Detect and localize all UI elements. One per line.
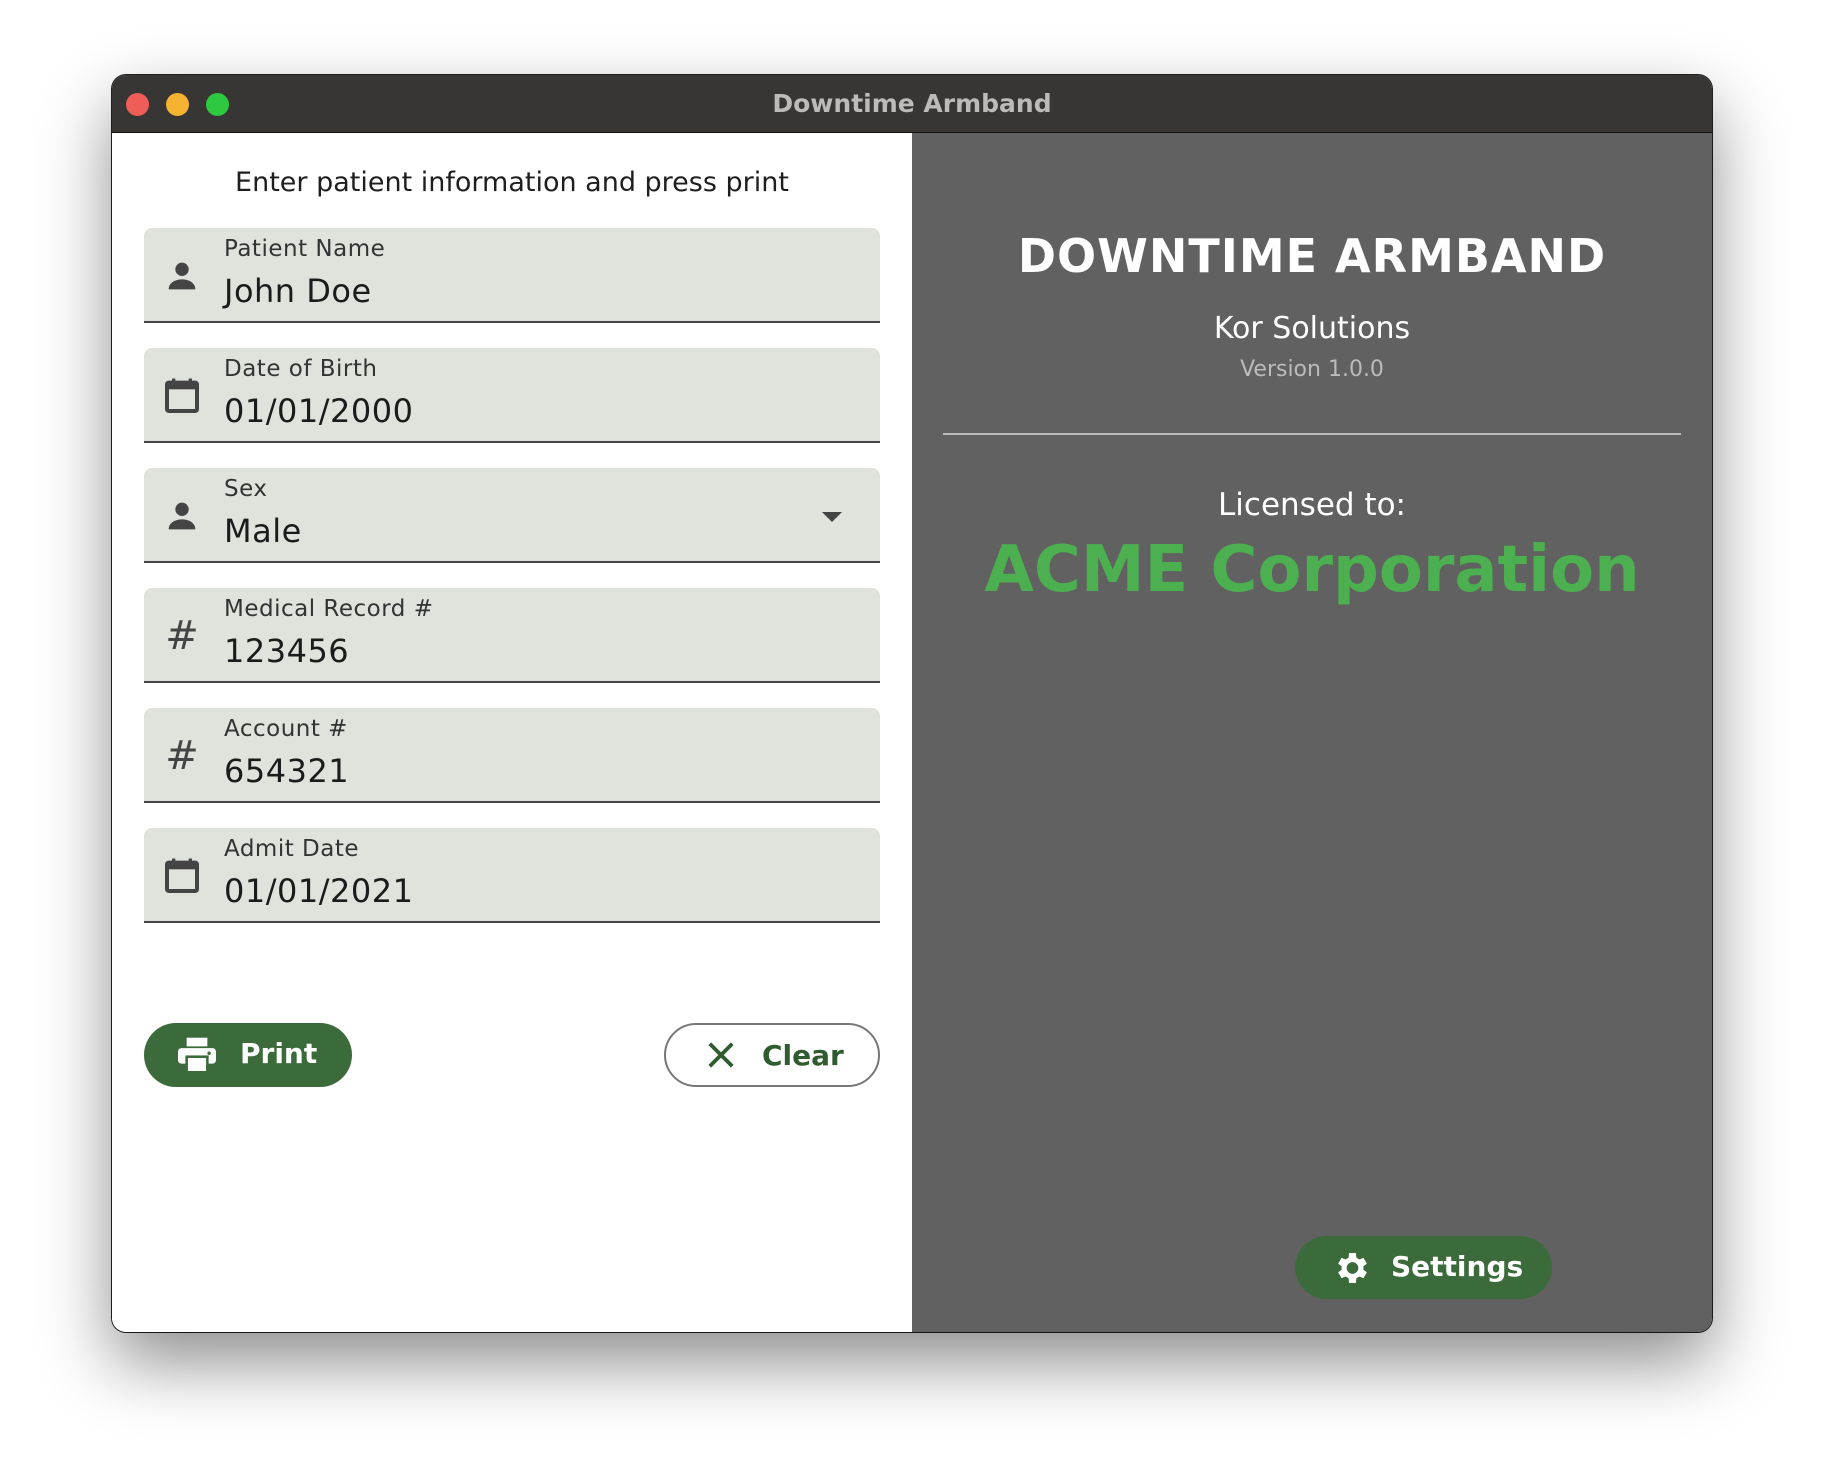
version-text: Version 1.0.0 xyxy=(1240,357,1384,382)
field-value[interactable]: 123456 xyxy=(224,632,349,670)
field-value[interactable]: 654321 xyxy=(224,752,349,790)
field-label: Medical Record # xyxy=(224,596,434,622)
person-icon xyxy=(168,262,196,290)
company-name: Kor Solutions xyxy=(1213,311,1411,346)
patient-form-panel: Enter patient information and press prin… xyxy=(112,133,912,1332)
field-value[interactable]: 01/01/2000 xyxy=(224,392,413,430)
licensed-label: Licensed to: xyxy=(1218,487,1406,523)
licensee-name: ACME Corporation xyxy=(984,533,1640,607)
person-icon xyxy=(168,502,196,530)
printer-icon xyxy=(178,1037,216,1074)
admit-date-field[interactable]: Admit Date 01/01/2021 xyxy=(144,828,880,923)
clear-label: Clear xyxy=(762,1039,844,1072)
gear-icon xyxy=(1338,1253,1367,1283)
patient-name-field[interactable]: Patient Name John Doe xyxy=(144,228,880,323)
date-of-birth-field[interactable]: Date of Birth 01/01/2000 xyxy=(144,348,880,443)
window-title: Downtime Armband xyxy=(772,89,1052,118)
hash-icon: # xyxy=(165,613,199,659)
field-label: Admit Date xyxy=(224,836,360,862)
field-label: Date of Birth xyxy=(224,356,378,382)
field-value[interactable]: John Doe xyxy=(224,272,372,310)
field-label: Account # xyxy=(224,716,348,742)
account-number-field[interactable]: # Account # 654321 xyxy=(144,708,880,803)
field-label: Sex xyxy=(224,476,268,502)
app-window: Downtime Armband Enter patient informati… xyxy=(112,75,1712,1332)
sex-select[interactable]: Sex Male xyxy=(144,468,880,563)
medical-record-field[interactable]: # Medical Record # 123456 xyxy=(144,588,880,683)
divider xyxy=(943,433,1681,435)
clear-button[interactable]: Clear xyxy=(664,1023,880,1087)
calendar-icon xyxy=(165,378,199,413)
about-panel: DOWNTIME ARMBAND Kor Solutions Version 1… xyxy=(912,133,1712,1332)
hash-icon: # xyxy=(165,733,199,779)
dropdown-arrow-icon[interactable] xyxy=(822,512,842,522)
form-instructions: Enter patient information and press prin… xyxy=(235,167,789,198)
close-x-icon xyxy=(708,1042,734,1068)
calendar-icon xyxy=(165,858,199,893)
settings-button[interactable]: Settings xyxy=(1295,1236,1552,1299)
title-bar: Downtime Armband xyxy=(112,75,1712,133)
settings-label: Settings xyxy=(1391,1250,1524,1283)
field-label: Patient Name xyxy=(224,236,386,262)
print-label: Print xyxy=(240,1037,318,1070)
field-value[interactable]: 01/01/2021 xyxy=(224,872,413,910)
app-title: DOWNTIME ARMBAND xyxy=(1017,229,1607,283)
print-button[interactable]: Print xyxy=(144,1023,352,1087)
field-value[interactable]: Male xyxy=(224,512,302,550)
